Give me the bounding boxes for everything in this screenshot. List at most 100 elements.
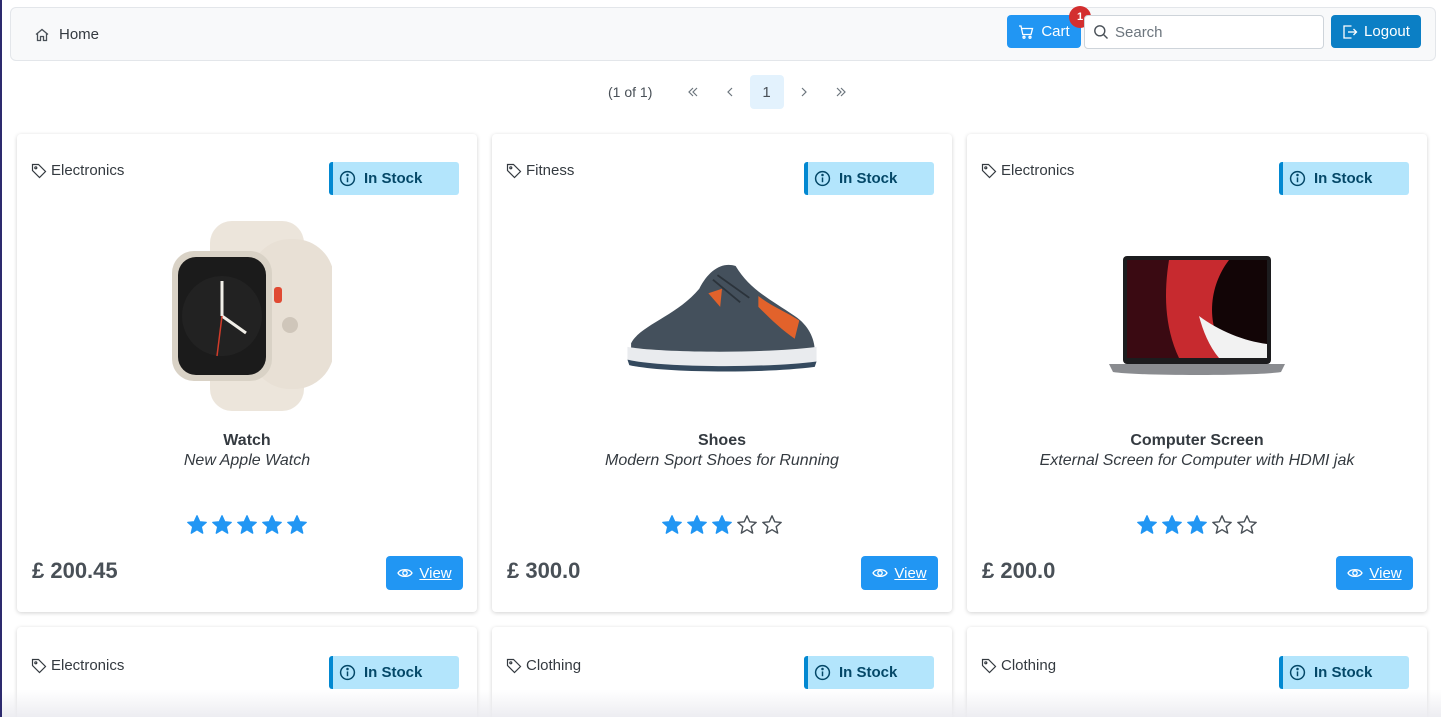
info-circle-icon bbox=[339, 664, 356, 681]
home-label: Home bbox=[59, 26, 100, 43]
stock-label: In Stock bbox=[839, 664, 898, 681]
product-card: Electronics In Stock Watch New Apple Wat… bbox=[17, 134, 477, 612]
star-filled-icon[interactable] bbox=[261, 514, 283, 536]
category-label: Electronics bbox=[51, 162, 125, 179]
stock-label: In Stock bbox=[1314, 664, 1373, 681]
tag-icon bbox=[981, 658, 997, 673]
chevron-right-icon bbox=[801, 87, 807, 97]
home-icon bbox=[35, 28, 49, 41]
logout-button[interactable]: Logout bbox=[1331, 15, 1421, 48]
star-filled-icon[interactable] bbox=[1136, 514, 1158, 536]
product-description: New Apple Watch bbox=[183, 452, 311, 469]
category-tag: Electronics bbox=[31, 657, 124, 674]
product-description: External Screen for Computer with HDMI j… bbox=[1039, 452, 1355, 469]
top-menubar: Home Cart 1 Logout bbox=[10, 6, 1436, 61]
sign-out-icon bbox=[1343, 24, 1358, 39]
stock-status-badge: In Stock bbox=[329, 656, 459, 689]
page-button-1[interactable]: 1 bbox=[749, 75, 784, 109]
star-filled-icon[interactable] bbox=[211, 514, 233, 536]
star-outline-icon[interactable] bbox=[736, 514, 758, 536]
info-circle-icon bbox=[1289, 664, 1306, 681]
star-filled-icon[interactable] bbox=[1186, 514, 1208, 536]
star-rating[interactable] bbox=[17, 514, 477, 536]
stock-label: In Stock bbox=[1314, 170, 1373, 187]
star-filled-icon[interactable] bbox=[686, 514, 708, 536]
star-filled-icon[interactable] bbox=[661, 514, 683, 536]
star-outline-icon[interactable] bbox=[1236, 514, 1258, 536]
eye-icon bbox=[872, 568, 889, 578]
next-page-button[interactable] bbox=[787, 75, 821, 109]
star-outline-icon[interactable] bbox=[1211, 514, 1233, 536]
view-label: View bbox=[894, 564, 927, 582]
product-name: Shoes bbox=[697, 432, 746, 449]
page-report: (1 of 1) bbox=[608, 84, 653, 100]
first-page-button[interactable] bbox=[676, 75, 710, 109]
category-label: Electronics bbox=[1001, 162, 1075, 179]
info-circle-icon bbox=[814, 170, 831, 187]
product-description: Modern Sport Shoes for Running bbox=[605, 452, 839, 469]
search-field[interactable] bbox=[1084, 15, 1324, 49]
page: Home Cart 1 Logout (1 of 1) 1 bbox=[0, 0, 1441, 717]
product-price: £ 200.45 bbox=[32, 558, 118, 583]
category-label: Fitness bbox=[526, 162, 575, 179]
tag-icon bbox=[31, 658, 47, 673]
product-name: Watch bbox=[223, 432, 271, 449]
star-filled-icon[interactable] bbox=[711, 514, 733, 536]
star-filled-icon[interactable] bbox=[236, 514, 258, 536]
view-label: View bbox=[419, 564, 452, 582]
eye-icon bbox=[1347, 568, 1364, 578]
stock-label: In Stock bbox=[364, 170, 423, 187]
product-card: Clothing In Stock bbox=[492, 627, 952, 717]
category-tag: Clothing bbox=[981, 657, 1056, 674]
product-image[interactable] bbox=[622, 216, 822, 416]
view-button[interactable]: View bbox=[1336, 556, 1413, 590]
product-name: Computer Screen bbox=[1130, 432, 1264, 449]
product-image[interactable] bbox=[147, 216, 347, 416]
double-chevron-right-icon bbox=[836, 87, 846, 97]
eye-icon bbox=[397, 568, 414, 578]
info-circle-icon bbox=[814, 664, 831, 681]
category-tag: Electronics bbox=[31, 162, 124, 179]
product-price: £ 200.0 bbox=[982, 558, 1056, 583]
last-page-button[interactable] bbox=[824, 75, 858, 109]
search-input[interactable] bbox=[1115, 23, 1315, 41]
info-circle-icon bbox=[339, 170, 356, 187]
tag-icon bbox=[506, 658, 522, 673]
stock-status-badge: In Stock bbox=[329, 162, 459, 195]
tag-icon bbox=[31, 163, 47, 178]
category-label: Clothing bbox=[526, 657, 582, 674]
category-label: Electronics bbox=[51, 657, 125, 674]
chevron-left-icon bbox=[726, 87, 732, 97]
logout-label: Logout bbox=[1364, 23, 1410, 40]
star-filled-icon[interactable] bbox=[1161, 514, 1183, 536]
double-chevron-left-icon bbox=[687, 87, 697, 97]
search-icon bbox=[1094, 25, 1108, 39]
star-filled-icon[interactable] bbox=[286, 514, 308, 536]
stock-status-badge: In Stock bbox=[1279, 656, 1409, 689]
product-card: Fitness In Stock Shoes Modern Sport Shoe… bbox=[492, 134, 952, 612]
product-card: Electronics In Stock bbox=[17, 627, 477, 717]
view-button[interactable]: View bbox=[861, 556, 938, 590]
product-image[interactable] bbox=[1097, 216, 1297, 416]
stock-label: In Stock bbox=[839, 170, 898, 187]
stock-status-badge: In Stock bbox=[804, 656, 934, 689]
star-filled-icon[interactable] bbox=[186, 514, 208, 536]
star-outline-icon[interactable] bbox=[761, 514, 783, 536]
star-rating[interactable] bbox=[492, 514, 952, 536]
laptop-image bbox=[1109, 256, 1285, 375]
stock-status-badge: In Stock bbox=[804, 162, 934, 195]
smartwatch-image bbox=[172, 221, 332, 411]
prev-page-button[interactable] bbox=[713, 75, 747, 109]
tag-icon bbox=[506, 163, 522, 178]
view-button[interactable]: View bbox=[386, 556, 463, 590]
home-link[interactable]: Home bbox=[34, 26, 99, 43]
sneaker-image bbox=[627, 264, 817, 372]
product-card: Clothing In Stock bbox=[967, 627, 1427, 717]
shopping-cart-icon bbox=[1019, 24, 1034, 39]
stock-status-badge: In Stock bbox=[1279, 162, 1409, 195]
paginator: (1 of 1) 1 bbox=[600, 75, 859, 109]
info-circle-icon bbox=[1289, 170, 1306, 187]
category-tag: Fitness bbox=[506, 162, 574, 179]
category-label: Clothing bbox=[1001, 657, 1057, 674]
star-rating[interactable] bbox=[967, 514, 1427, 536]
